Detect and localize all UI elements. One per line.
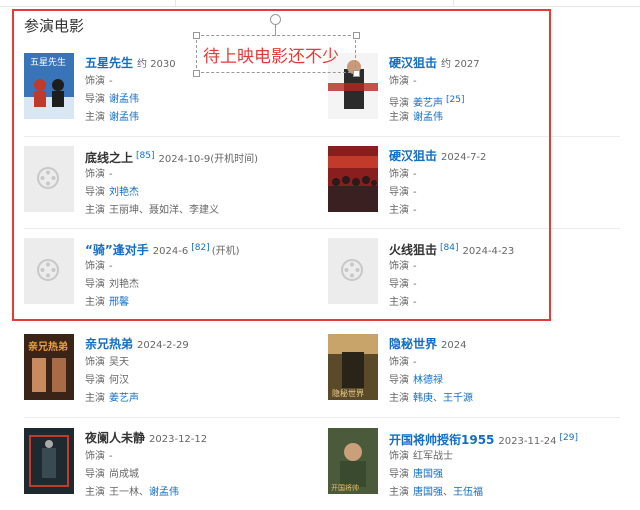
film-title-link[interactable]: 开国将帅授衔1955: [389, 433, 494, 447]
director-label: 导演: [85, 375, 105, 386]
cast-label: 主演: [85, 393, 105, 404]
cast-link[interactable]: 王伍福: [453, 487, 483, 498]
director-link[interactable]: 林德禄: [413, 375, 443, 386]
film-year: 2023-12-12: [149, 434, 208, 445]
cast-link[interactable]: 韩庚: [413, 393, 433, 404]
director-label: 导演: [389, 375, 409, 386]
role-label: 饰演: [389, 451, 409, 462]
cast-link[interactable]: 姜艺声: [109, 393, 139, 404]
resize-handle[interactable]: [353, 32, 360, 39]
role-label: 饰演: [85, 357, 105, 368]
role-value: -: [109, 451, 113, 462]
cast-link[interactable]: 王千源: [443, 393, 473, 404]
film-card[interactable]: 开国将帅 开国将帅授衔1955 2023-11-24 [29] 饰演 红军战士 导演唐…: [328, 428, 618, 504]
director-label: 导演: [389, 469, 409, 480]
svg-text:开国将帅: 开国将帅: [331, 483, 359, 492]
role-label: 饰演: [85, 451, 105, 462]
cast-link[interactable]: 谢孟伟: [149, 487, 179, 498]
resize-handle[interactable]: [353, 70, 360, 77]
svg-text:亲兄热弟: 亲兄热弟: [28, 340, 68, 353]
role-value: 红军战士: [413, 451, 453, 462]
role-value: 吴天: [109, 357, 129, 368]
cast-label: 主演: [389, 487, 409, 498]
role-value: -: [413, 357, 417, 368]
cast-link[interactable]: 唐国强: [413, 487, 443, 498]
film-title-link[interactable]: 夜阑人未静: [85, 431, 145, 445]
resize-handle[interactable]: [193, 32, 200, 39]
film-card[interactable]: 隐秘世界 隐秘世界 2024 饰演 - 导演 林德禄 主演 韩庚、王千源: [328, 334, 618, 410]
top-divider: [175, 0, 176, 6]
svg-text:隐秘世界: 隐秘世界: [332, 388, 364, 398]
role-label: 饰演: [389, 357, 409, 368]
film-poster[interactable]: 亲兄热弟: [24, 334, 74, 400]
cast-label: 主演: [85, 487, 105, 498]
rotate-handle[interactable]: [270, 14, 281, 25]
citation-link[interactable]: [29]: [560, 433, 578, 443]
film-title-link[interactable]: 亲兄热弟: [85, 337, 133, 351]
film-poster[interactable]: 开国将帅: [328, 428, 378, 494]
film-card[interactable]: 亲兄热弟 亲兄热弟 2024-2-29 饰演 吴天 导演 何汉 主演 姜艺声: [24, 334, 314, 410]
top-border: [0, 0, 640, 7]
film-card[interactable]: 夜阑人未静 2023-12-12 饰演 - 导演 尚成城 主演 王一林、谢孟伟: [24, 428, 314, 504]
film-title-link[interactable]: 隐秘世界: [389, 337, 437, 351]
film-year: 2023-11-24: [498, 436, 557, 447]
cast-label: 主演: [389, 393, 409, 404]
film-poster[interactable]: [24, 428, 74, 494]
film-year: 2024-2-29: [137, 340, 189, 351]
film-year: 2024: [441, 340, 467, 351]
director-value: 何汉: [109, 375, 129, 386]
row-divider: [24, 417, 620, 418]
top-divider: [453, 0, 454, 6]
cast-value: 王一林、: [109, 487, 149, 498]
film-poster[interactable]: 隐秘世界: [328, 334, 378, 400]
annotation-text: 待上映电影还不少: [203, 47, 339, 67]
director-label: 导演: [85, 469, 105, 480]
director-link[interactable]: 唐国强: [413, 469, 443, 480]
resize-handle[interactable]: [193, 70, 200, 77]
director-value: 尚成城: [109, 469, 139, 480]
